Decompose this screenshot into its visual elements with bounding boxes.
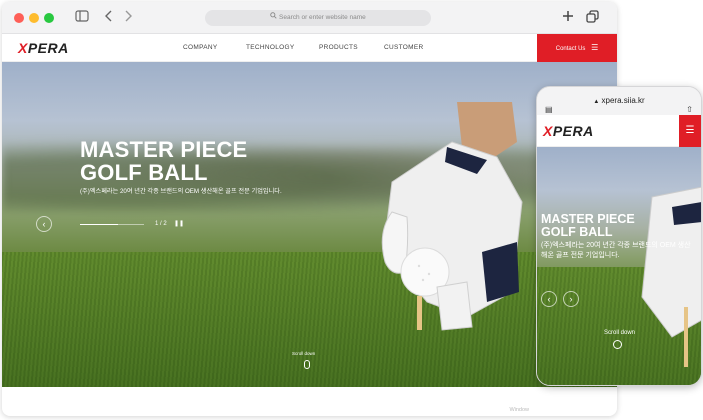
hamburger-icon[interactable]: ☰ [679, 115, 701, 147]
search-icon [270, 12, 279, 21]
mouse-scroll-icon[interactable] [304, 360, 310, 369]
nav-technology[interactable]: TECHNOLOGY [246, 44, 295, 51]
contact-us-button[interactable]: Contact Us ☰ [537, 34, 617, 62]
maximize-window-button[interactable] [44, 13, 54, 23]
phone-hero: MASTER PIECE GOLF BALL (주)엑스페라는 20여 년간 각… [537, 147, 701, 385]
chevron-left-icon[interactable] [101, 10, 117, 26]
phone-hero-subtitle: (주)엑스페라는 20여 년간 각종 브랜드의 OEM 생산해온 골프 전문 기… [541, 242, 691, 259]
plus-icon[interactable] [560, 10, 576, 26]
phone-url-bar[interactable]: ▤ ▲ xpera.siia.kr ⇧ [537, 87, 701, 115]
url-placeholder: Search or enter website name [279, 14, 366, 21]
watermark: Window [509, 407, 529, 413]
nav-products[interactable]: PRODUCTS [319, 44, 358, 51]
url-bar[interactable]: Search or enter website name [205, 10, 431, 26]
phone-url-text: xpera.siia.kr [601, 96, 645, 105]
prev-slide-button[interactable]: ‹ [36, 216, 52, 232]
glove-golf-ball-image [641, 186, 701, 367]
glove-golf-ball-image [381, 102, 523, 331]
tabs-icon[interactable] [584, 10, 600, 26]
pause-icon[interactable]: ❚❚ [174, 220, 184, 227]
nav-company[interactable]: COMPANY [183, 44, 217, 51]
hero-slider: MASTER PIECE GOLF BALL (주)엑스페라는 20여 년간 각… [2, 62, 617, 387]
xpera-logo[interactable]: XPERA [18, 40, 69, 56]
minimize-window-button[interactable] [29, 13, 39, 23]
scroll-down-icon[interactable] [613, 340, 622, 349]
phone-mockup: ▤ ▲ xpera.siia.kr ⇧ XPERA ☰ MASTER PIECE… [536, 86, 702, 386]
sidebar-icon[interactable] [74, 10, 90, 26]
phone-scroll-down-label: Scroll down [604, 330, 636, 336]
site-header: XPERA COMPANY TECHNOLOGY PRODUCTS CUSTOM… [2, 34, 617, 62]
slide-progress-fill [80, 224, 119, 225]
hero-title: MASTER PIECE GOLF BALL [80, 137, 248, 185]
browser-window: Search or enter website name XPERA COMPA… [2, 2, 617, 416]
hero-subtitle: (주)엑스페라는 20여 년간 각종 브랜드의 OEM 생산해온 골프 전문 기… [80, 188, 282, 195]
contact-us-label: Contact Us [555, 46, 586, 52]
phone-site-header: XPERA ☰ [537, 115, 701, 147]
nav-customer[interactable]: CUSTOMER [384, 44, 423, 51]
xpera-logo[interactable]: XPERA [543, 123, 594, 139]
browser-toolbar: Search or enter website name [2, 2, 617, 34]
chevron-left-icon: ‹ [42, 219, 46, 229]
next-slide-button[interactable]: › [563, 291, 579, 307]
slide-progress [80, 224, 144, 225]
hamburger-icon: ☰ [591, 43, 599, 52]
prev-slide-button[interactable]: ‹ [541, 291, 557, 307]
slide-pager: 1 / 2 [155, 221, 167, 227]
chevron-right-icon[interactable] [120, 10, 136, 26]
scroll-down-label: Scroll down [292, 351, 316, 356]
close-window-button[interactable] [14, 13, 24, 23]
lock-icon: ▲ [593, 99, 600, 105]
phone-hero-title: MASTER PIECE GOLF BALL [541, 212, 635, 239]
